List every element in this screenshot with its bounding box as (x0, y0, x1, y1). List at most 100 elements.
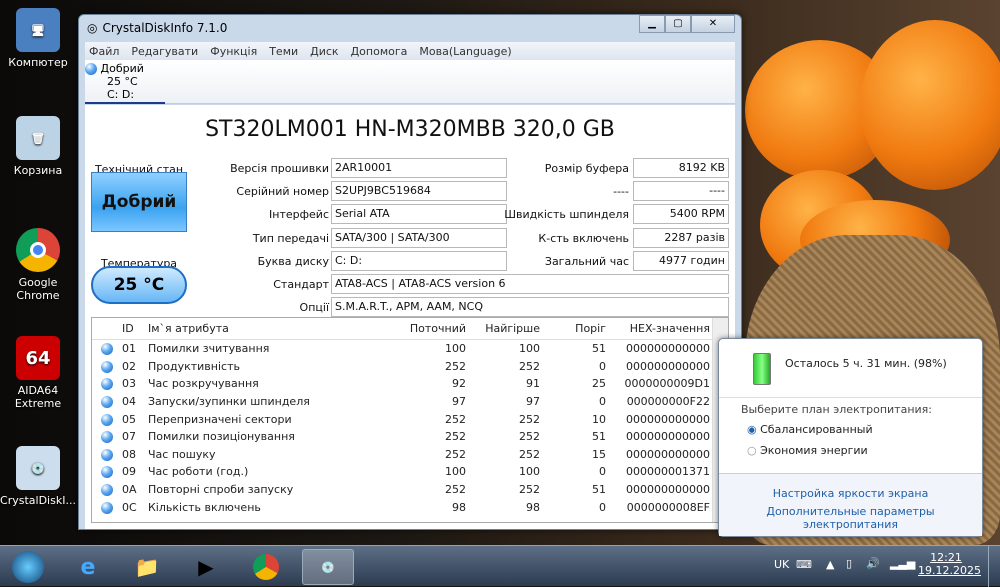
menu-bar: Файл Редагувати Функція Теми Диск Допомо… (85, 42, 735, 60)
table-row[interactable]: 07 Помилки позиціонування 252 252 51 00000000… (92, 428, 728, 446)
cell: 04 (122, 395, 136, 409)
cell: 07 (122, 430, 136, 444)
cell: 98 (526, 500, 540, 514)
interface-label: Інтерфейс (269, 208, 329, 221)
taskbar-ie[interactable]: e (62, 549, 114, 585)
cell: 252 (445, 447, 466, 461)
drive-model-title: ST320LM001 HN-M320MBB 320,0 GB (205, 117, 615, 142)
interface-field: Serial ATA (331, 204, 507, 224)
cell: 000000000F22 (626, 395, 710, 409)
firmware-field: 2AR10001 (331, 158, 507, 178)
power-options-link[interactable]: Дополнительные параметры электропитания (719, 505, 982, 531)
drive-letter-label: Буква диску (257, 255, 329, 268)
desktop-icon-aida64[interactable]: 64 AIDA64 Extreme (0, 336, 76, 410)
volume-icon[interactable]: 🔊 (866, 557, 880, 570)
status-ball-icon (101, 484, 113, 497)
table-row[interactable]: 03 Час розкручування 92 91 25 0000000009D1 (92, 375, 728, 393)
cell: 000000001371 (626, 465, 710, 479)
cell: Час розкручування (148, 377, 259, 391)
taskbar-explorer[interactable]: 📁 (121, 549, 173, 585)
cell: 0000000008EF (626, 500, 710, 514)
desktop-icon-computer[interactable]: 🖥 Компютер (0, 8, 76, 69)
desktop-icon-crystaldiskinfo[interactable]: 💿 CrystalDiskI... (0, 446, 76, 507)
cell: Запуски/зупинки шпинделя (148, 395, 310, 409)
show-desktop-button[interactable] (988, 546, 1000, 587)
cell: 000000000000 (626, 430, 710, 444)
cell: 100 (519, 465, 540, 479)
header-threshold[interactable]: Поріг (540, 322, 606, 335)
start-button[interactable] (2, 549, 54, 585)
maximize-button[interactable]: ▢ (665, 15, 691, 33)
header-worst[interactable]: Найгірше (466, 322, 540, 335)
battery-remaining: Осталось 5 ч. 31 мин. (98%) (785, 357, 947, 370)
cell: 252 (519, 359, 540, 373)
keyboard-icon[interactable]: ⌨ (796, 558, 812, 571)
cell: 252 (519, 412, 540, 426)
table-row[interactable]: 08 Час пошуку 252 252 15 000000000000 (92, 446, 728, 464)
table-row[interactable]: 01 Помилки зчитування 100 100 51 000000000000 (92, 340, 728, 358)
header-hex[interactable]: HEX-значення (606, 322, 710, 335)
desktop-icon-chrome[interactable]: Google Chrome (0, 228, 76, 302)
minimize-button[interactable]: ▁ (639, 15, 665, 33)
battery-tray-icon[interactable]: ▯ (846, 557, 852, 570)
header-attribute[interactable]: Ім`я атрибута (148, 322, 338, 335)
buffer-label: Розмір буфера (544, 162, 629, 175)
language-indicator[interactable]: UK (774, 558, 789, 571)
table-row[interactable]: 04 Запуски/зупинки шпинделя 97 97 0 000000000… (92, 393, 728, 411)
taskbar-media-player[interactable]: ▶ (180, 549, 232, 585)
status-ball-icon (101, 378, 113, 391)
standard-label: Стандарт (273, 278, 329, 291)
cell: 0A (122, 483, 137, 497)
taskbar-crystaldiskinfo[interactable]: 💿 (302, 549, 354, 585)
cell: 000000000000 (626, 412, 710, 426)
cell: 000000000000 (626, 447, 710, 461)
table-header: ID Ім`я атрибута Поточний Найгірше Поріг… (92, 318, 728, 340)
cell: 100 (445, 465, 466, 479)
cell: 252 (445, 430, 466, 444)
header-id[interactable]: ID (122, 322, 148, 335)
aida64-icon: 64 (16, 336, 60, 380)
cell: 10 (592, 412, 606, 426)
show-hidden-icons-button[interactable]: ▲ (826, 558, 834, 571)
status-ball-icon (101, 413, 113, 426)
drive-letter-field: C: D: (331, 251, 507, 271)
table-row[interactable]: 02 Продуктивність 252 252 0 000000000000 (92, 358, 728, 376)
table-row[interactable]: 0A Повторні спроби запуску 252 252 51 0000000… (92, 481, 728, 499)
menu-help[interactable]: Допомога (351, 45, 408, 58)
desktop-icon-recycle-bin[interactable]: 🗑 Корзина (0, 116, 76, 177)
brightness-link[interactable]: Настройка яркости экрана (719, 487, 982, 500)
drive-tab[interactable]: Добрий 25 °C C: D: (85, 62, 165, 104)
menu-function[interactable]: Функція (210, 45, 257, 58)
window-title: CrystalDiskInfo 7.1.0 (102, 21, 228, 35)
cell: Час пошуку (148, 447, 216, 461)
blank-label: ---- (613, 185, 629, 198)
cell: Кількість включень (148, 500, 261, 514)
network-signal-icon[interactable]: ▂▃▅ (890, 557, 915, 570)
cell: 0C (122, 500, 137, 514)
menu-language[interactable]: Мова(Language) (419, 45, 511, 58)
health-status-button[interactable]: Добрий (91, 172, 187, 232)
cell: 09 (122, 465, 136, 479)
media-player-icon: ▶ (198, 555, 214, 579)
temperature-badge: 25 °C (91, 266, 187, 304)
computer-icon: 🖥 (16, 8, 60, 52)
close-button[interactable]: ✕ (691, 15, 735, 33)
menu-file[interactable]: Файл (89, 45, 119, 58)
features-label: Опції (299, 301, 329, 314)
cell: 08 (122, 447, 136, 461)
plan-economy-radio[interactable]: ○ Экономия энергии (747, 444, 868, 457)
menu-themes[interactable]: Теми (269, 45, 298, 58)
header-current[interactable]: Поточний (338, 322, 466, 335)
status-ball-icon (101, 360, 113, 373)
menu-disk[interactable]: Диск (310, 45, 338, 58)
table-row[interactable]: 0C Кількість включень 98 98 0 0000000008EF (92, 498, 728, 516)
plan-balanced-radio[interactable]: ◉ Сбалансированный (747, 423, 873, 436)
table-row[interactable]: 05 Перепризначені сектори 252 252 10 00000000… (92, 410, 728, 428)
clock[interactable]: 12:21 19.12.2025 (918, 551, 981, 577)
cell: 0 (599, 465, 606, 479)
taskbar-chrome[interactable] (240, 549, 292, 585)
table-row[interactable]: 09 Час роботи (год.) 100 100 0 000000001371 (92, 463, 728, 481)
taskbar: e 📁 ▶ 💿 UK ⌨ ▲ ▯ 🔊 ▂▃▅ 12:21 19.12.2025 (0, 545, 1000, 587)
menu-edit[interactable]: Редагувати (131, 45, 198, 58)
cell: 0 (599, 395, 606, 409)
